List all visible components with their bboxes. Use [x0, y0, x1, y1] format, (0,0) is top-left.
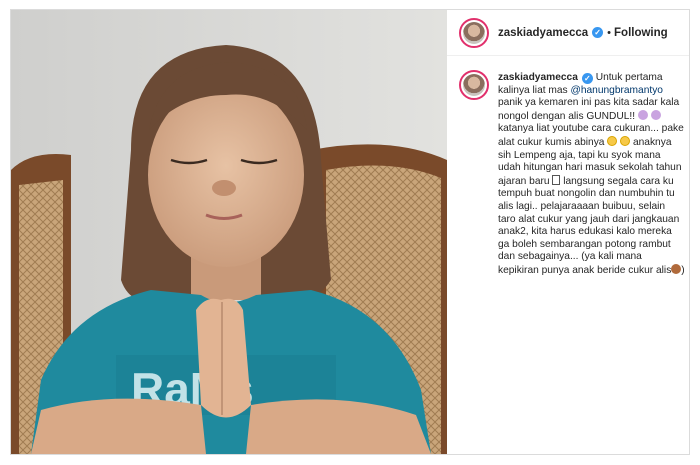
avatar-image	[463, 21, 485, 44]
caption-row: zaskiadyamecca ✓ Untuk pertama kalinya li…	[459, 70, 685, 278]
woman-emoji-icon	[650, 109, 661, 120]
verified-badge-icon: ✓	[581, 73, 593, 84]
instagram-post: RaMs zaskiadyamecca ✓ • Following zaskia…	[10, 9, 690, 455]
caption-text: zaskiadyamecca ✓ Untuk pertama kalinya li…	[498, 72, 685, 278]
mention-link[interactable]: @hanungbramantyo	[570, 85, 662, 96]
separator-dot: •	[607, 26, 612, 39]
woman-emoji-icon	[637, 109, 648, 120]
caption-username[interactable]: zaskiadyamecca	[498, 72, 578, 83]
crying-face-emoji-icon	[620, 135, 631, 146]
header-username[interactable]: zaskiadyamecca	[498, 27, 588, 39]
avatar[interactable]	[459, 17, 489, 48]
post-side-panel: zaskiadyamecca ✓ • Following zaskiadyame…	[447, 10, 689, 454]
child-praying-photo: RaMs	[11, 10, 447, 454]
verified-badge-icon: ✓	[592, 27, 604, 38]
caption-avatar[interactable]	[459, 70, 489, 100]
haircut-emoji-icon	[671, 263, 682, 274]
caption-part6: )	[681, 264, 685, 276]
avatar-image	[463, 74, 485, 96]
post-photo[interactable]: RaMs	[11, 10, 447, 454]
post-header: zaskiadyamecca ✓ • Following	[447, 10, 689, 56]
caption-part5: langsung segala cara ku tempuh buat nong…	[498, 175, 680, 276]
following-button[interactable]: Following	[614, 27, 668, 39]
crying-face-emoji-icon	[607, 135, 618, 146]
